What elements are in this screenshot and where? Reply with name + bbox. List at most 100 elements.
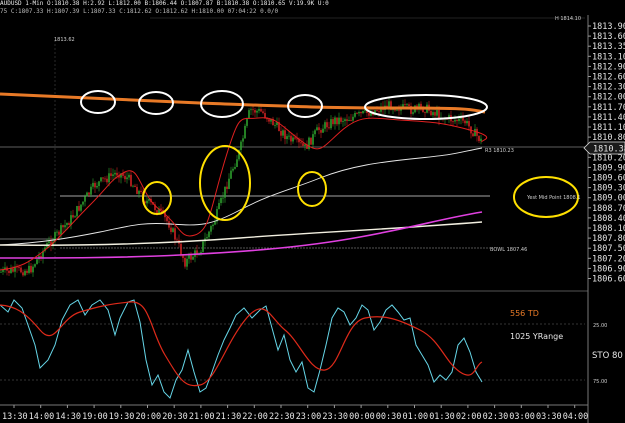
magenta-moving-average (0, 211, 483, 259)
candle-body (246, 118, 248, 126)
candle-body (30, 265, 32, 273)
candle-body (250, 109, 252, 111)
candle-body (232, 168, 234, 171)
candle-body (134, 185, 136, 187)
candle-body (222, 197, 224, 199)
price-chart[interactable]: H 1814.10 1813.62 R3 1810.23 Yest Mid Po… (0, 0, 625, 423)
price-tick-label: 1812.90 (592, 62, 625, 72)
candle-body (146, 200, 148, 204)
price-tick-label: 1811.40 (592, 113, 625, 123)
candle-body (478, 135, 480, 142)
candle-body (314, 130, 316, 135)
chart-header-line-2: 75 C:1807.33 H:1807.39 L:1807.33 C:1812.… (0, 8, 279, 15)
candle-body (170, 227, 172, 232)
candle-body (20, 267, 22, 273)
candle-body (68, 223, 70, 226)
candle-body (88, 192, 90, 195)
sto-level-25: 25.00 (593, 323, 607, 329)
candle-body (316, 127, 318, 131)
candle-body (156, 210, 158, 214)
candle-body (66, 223, 68, 226)
candle-body (300, 142, 302, 144)
candle-body (472, 133, 474, 137)
candle-body (344, 119, 346, 121)
sto-cyan-line (0, 299, 483, 399)
candle-body (242, 138, 244, 142)
candle-body (174, 228, 176, 240)
current-price-text: 1810.38 (593, 145, 625, 155)
bowl-label: BOWL 1807.46 (490, 247, 527, 253)
candle-body (304, 144, 306, 146)
candle-body (26, 270, 28, 273)
candle-body (186, 258, 188, 267)
candle-body (126, 177, 128, 180)
candle-body (86, 192, 88, 197)
candle-body (84, 196, 86, 202)
time-tick-label: 20:30 (162, 412, 188, 422)
candle-body (332, 119, 334, 125)
candle-body (398, 109, 400, 111)
time-tick-label: 19:30 (109, 412, 135, 422)
candle-body (408, 104, 410, 106)
candle-body (396, 109, 398, 111)
candle-body (76, 206, 78, 217)
candle-body (378, 110, 380, 112)
candle-body (360, 111, 362, 114)
candle-body (282, 130, 284, 136)
candle-body (10, 268, 12, 273)
candle-body (94, 182, 96, 188)
price-tick-label: 1806.90 (592, 264, 625, 274)
candle-body (474, 128, 476, 137)
candle-body (28, 265, 30, 273)
yest-mid-label: Yest Mid Point 1808.1 (526, 195, 581, 201)
price-tick-label: 1808.40 (592, 214, 625, 224)
candle-body (18, 267, 20, 268)
candle-body (334, 117, 336, 125)
candle-body (288, 135, 290, 137)
candle-body (96, 186, 98, 188)
time-tick-label: 23:00 (296, 412, 322, 422)
candle-body (206, 237, 208, 239)
candle-body (466, 121, 468, 124)
price-tick-label: 1808.70 (592, 204, 625, 214)
candle-body (290, 135, 292, 142)
candle-body (376, 110, 378, 111)
candle-body (350, 119, 352, 121)
candle-body (430, 110, 432, 116)
candle-body (258, 109, 260, 111)
candle-body (48, 241, 50, 244)
candle-body (434, 112, 436, 116)
price-tick-label: 1812.00 (592, 93, 625, 103)
candle-body (436, 109, 438, 116)
candle-body (348, 119, 350, 121)
candle-body (320, 130, 322, 133)
candle-body (192, 256, 194, 260)
price-tick-label: 1809.00 (592, 194, 625, 204)
candle-body (312, 134, 314, 145)
candle-body (22, 272, 24, 276)
candle-body (202, 241, 204, 252)
time-tick-label: 21:30 (216, 412, 242, 422)
candle-body (262, 111, 264, 113)
top-left-label: 1813.62 (54, 37, 75, 43)
candle-body (280, 131, 282, 136)
candle-body (230, 170, 232, 179)
candle-body (72, 215, 74, 218)
candle-body (368, 113, 370, 116)
candle-body (286, 136, 288, 140)
candle-body (330, 119, 332, 129)
candle-body (140, 190, 142, 192)
candle-body (292, 137, 294, 142)
candle-body (240, 141, 242, 150)
candle-body (138, 190, 140, 194)
candle-body (32, 266, 34, 273)
candle-body (208, 231, 210, 238)
td-label: 556 TD (510, 309, 539, 318)
candle-body (464, 120, 466, 124)
candle-body (336, 117, 338, 125)
candle-body (176, 239, 178, 241)
candle-body (108, 173, 110, 183)
candle-body (346, 119, 348, 121)
candle-body (260, 109, 262, 112)
candle-body (132, 185, 134, 187)
